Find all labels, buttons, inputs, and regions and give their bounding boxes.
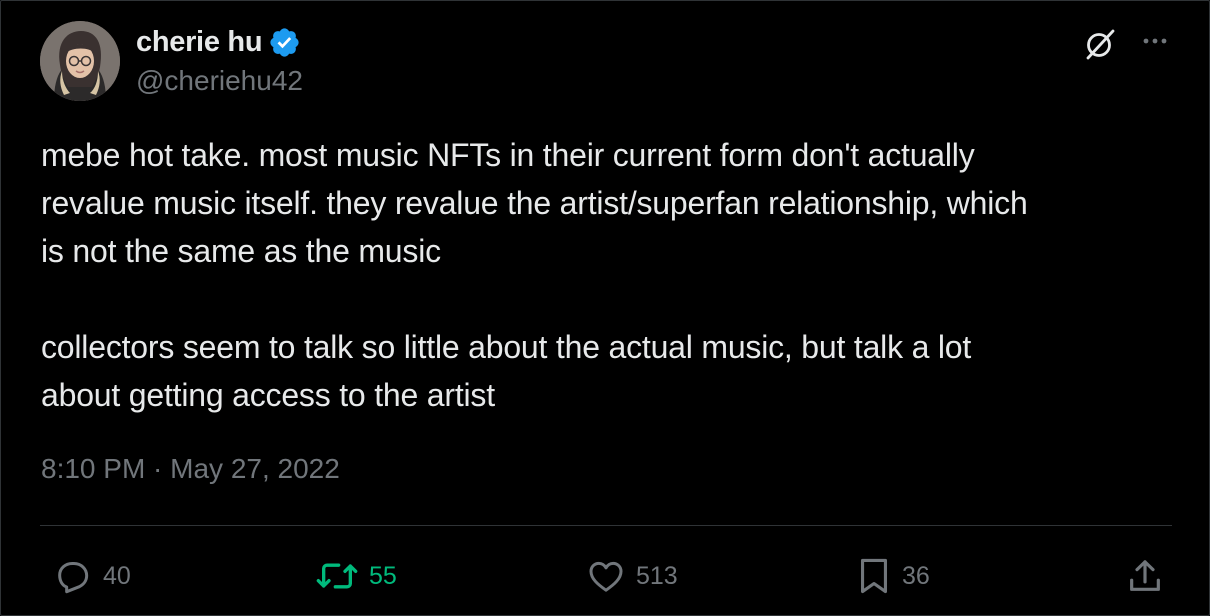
retweet-button[interactable]: 55 [315, 556, 397, 596]
tweet-paragraph: mebe hot take. most music NFTs in their … [41, 137, 1028, 269]
tweet-paragraph: collectors seem to talk so little about … [41, 329, 972, 413]
author-display-name[interactable]: cherie hu [136, 26, 263, 59]
avatar-image [40, 21, 120, 101]
tweet-timestamp[interactable]: 8:10 PM · May 27, 2022 [41, 453, 340, 485]
tweet-card: cherie hu @cheriehu42 mebe hot take. mos… [0, 0, 1210, 616]
bookmark-count: 36 [902, 561, 930, 590]
like-count: 513 [636, 561, 678, 590]
retweet-count: 55 [369, 561, 397, 590]
author-name-row: cherie hu [136, 25, 301, 59]
tweet-text: mebe hot take. most music NFTs in their … [41, 131, 1181, 419]
share-button[interactable] [1125, 556, 1165, 596]
like-button[interactable]: 513 [586, 556, 678, 596]
verified-badge-icon[interactable] [268, 26, 301, 59]
avatar[interactable] [40, 21, 120, 101]
grok-icon[interactable] [1083, 27, 1117, 61]
like-icon [589, 561, 623, 592]
reply-count: 40 [103, 561, 131, 590]
author-handle[interactable]: @cheriehu42 [136, 65, 303, 97]
reply-button[interactable]: 40 [53, 556, 131, 596]
more-icon[interactable] [1139, 27, 1173, 61]
reply-icon [58, 562, 89, 594]
divider [40, 525, 1172, 526]
bookmark-button[interactable]: 36 [856, 556, 930, 596]
share-icon [1130, 560, 1160, 591]
retweet-icon [316, 563, 358, 589]
bookmark-icon [860, 558, 888, 594]
